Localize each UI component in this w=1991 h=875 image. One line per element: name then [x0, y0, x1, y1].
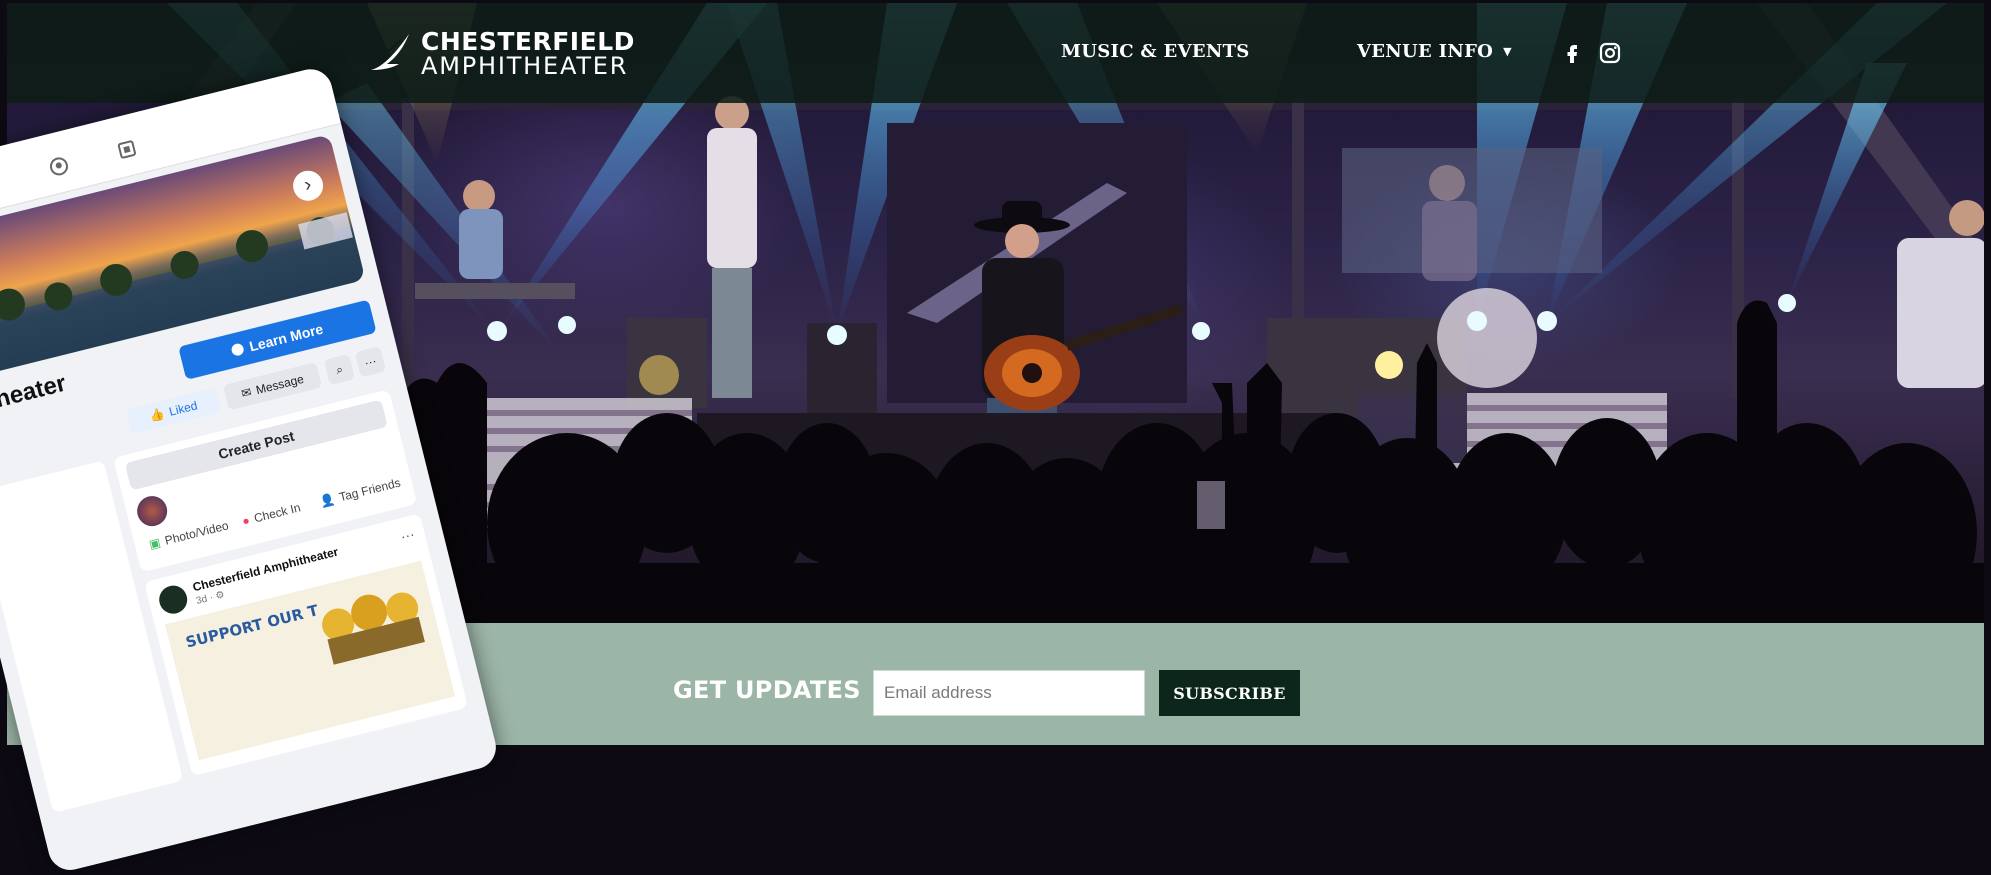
check-in-label: Check In: [252, 500, 302, 526]
post-more-icon[interactable]: ···: [399, 526, 416, 545]
location-pin-icon: ●: [240, 513, 252, 529]
facebook-page-name: phitheater: [0, 369, 69, 424]
nav-music-events-label: MUSIC & EVENTS: [1061, 41, 1250, 62]
nav-venue-info-label: VENUE INFO: [1357, 41, 1494, 62]
message-button[interactable]: ✉ Message: [222, 362, 323, 411]
info-icon: [230, 342, 246, 357]
get-updates-heading: GET UPDATES: [673, 676, 861, 704]
site-logo[interactable]: CHESTERFIELD AMPHITHEATER: [367, 26, 635, 80]
post-avatar: [156, 582, 191, 617]
search-icon: ⌕: [334, 361, 345, 377]
tag-friends-action[interactable]: 👤 Tag Friends: [318, 475, 402, 509]
subscribe-button[interactable]: SUBSCRIBE: [1159, 670, 1300, 716]
search-button[interactable]: ⌕: [323, 353, 356, 386]
learn-more-label: Learn More: [247, 320, 325, 355]
messenger-icon: ✉: [239, 384, 254, 401]
logo-line-2: AMPHITHEATER: [421, 51, 629, 80]
wing-logo-icon: [371, 34, 409, 70]
groups-icon[interactable]: [47, 154, 71, 178]
thumbs-up-icon: 👍: [148, 406, 167, 424]
instagram-icon[interactable]: [1598, 41, 1622, 65]
photo-video-label: Photo/Video: [163, 518, 231, 548]
email-address-input[interactable]: [873, 670, 1145, 716]
post-image-text: SUPPORT OUR T: [183, 601, 321, 652]
tag-friends-label: Tag Friends: [337, 475, 402, 505]
nav-music-events[interactable]: MUSIC & EVENTS: [1061, 41, 1250, 62]
logo-line-1: CHESTERFIELD: [421, 26, 635, 56]
more-options-button[interactable]: ···: [354, 346, 387, 378]
gaming-icon[interactable]: [115, 137, 139, 161]
more-icon: ···: [363, 353, 379, 371]
liked-label: Liked: [167, 398, 199, 419]
liked-button[interactable]: 👍 Liked: [125, 387, 222, 435]
check-in-action[interactable]: ● Check In: [241, 500, 302, 528]
chevron-down-icon: ▼: [1503, 45, 1512, 58]
message-label: Message: [254, 371, 306, 398]
nav-venue-info[interactable]: VENUE INFO ▼: [1357, 41, 1512, 62]
page-avatar: [133, 492, 171, 530]
tag-friends-icon: 👤: [318, 491, 337, 510]
facebook-icon[interactable]: [1560, 41, 1584, 65]
photo-icon: ▣: [147, 535, 162, 552]
cartoon-mascots-image: [322, 592, 425, 665]
